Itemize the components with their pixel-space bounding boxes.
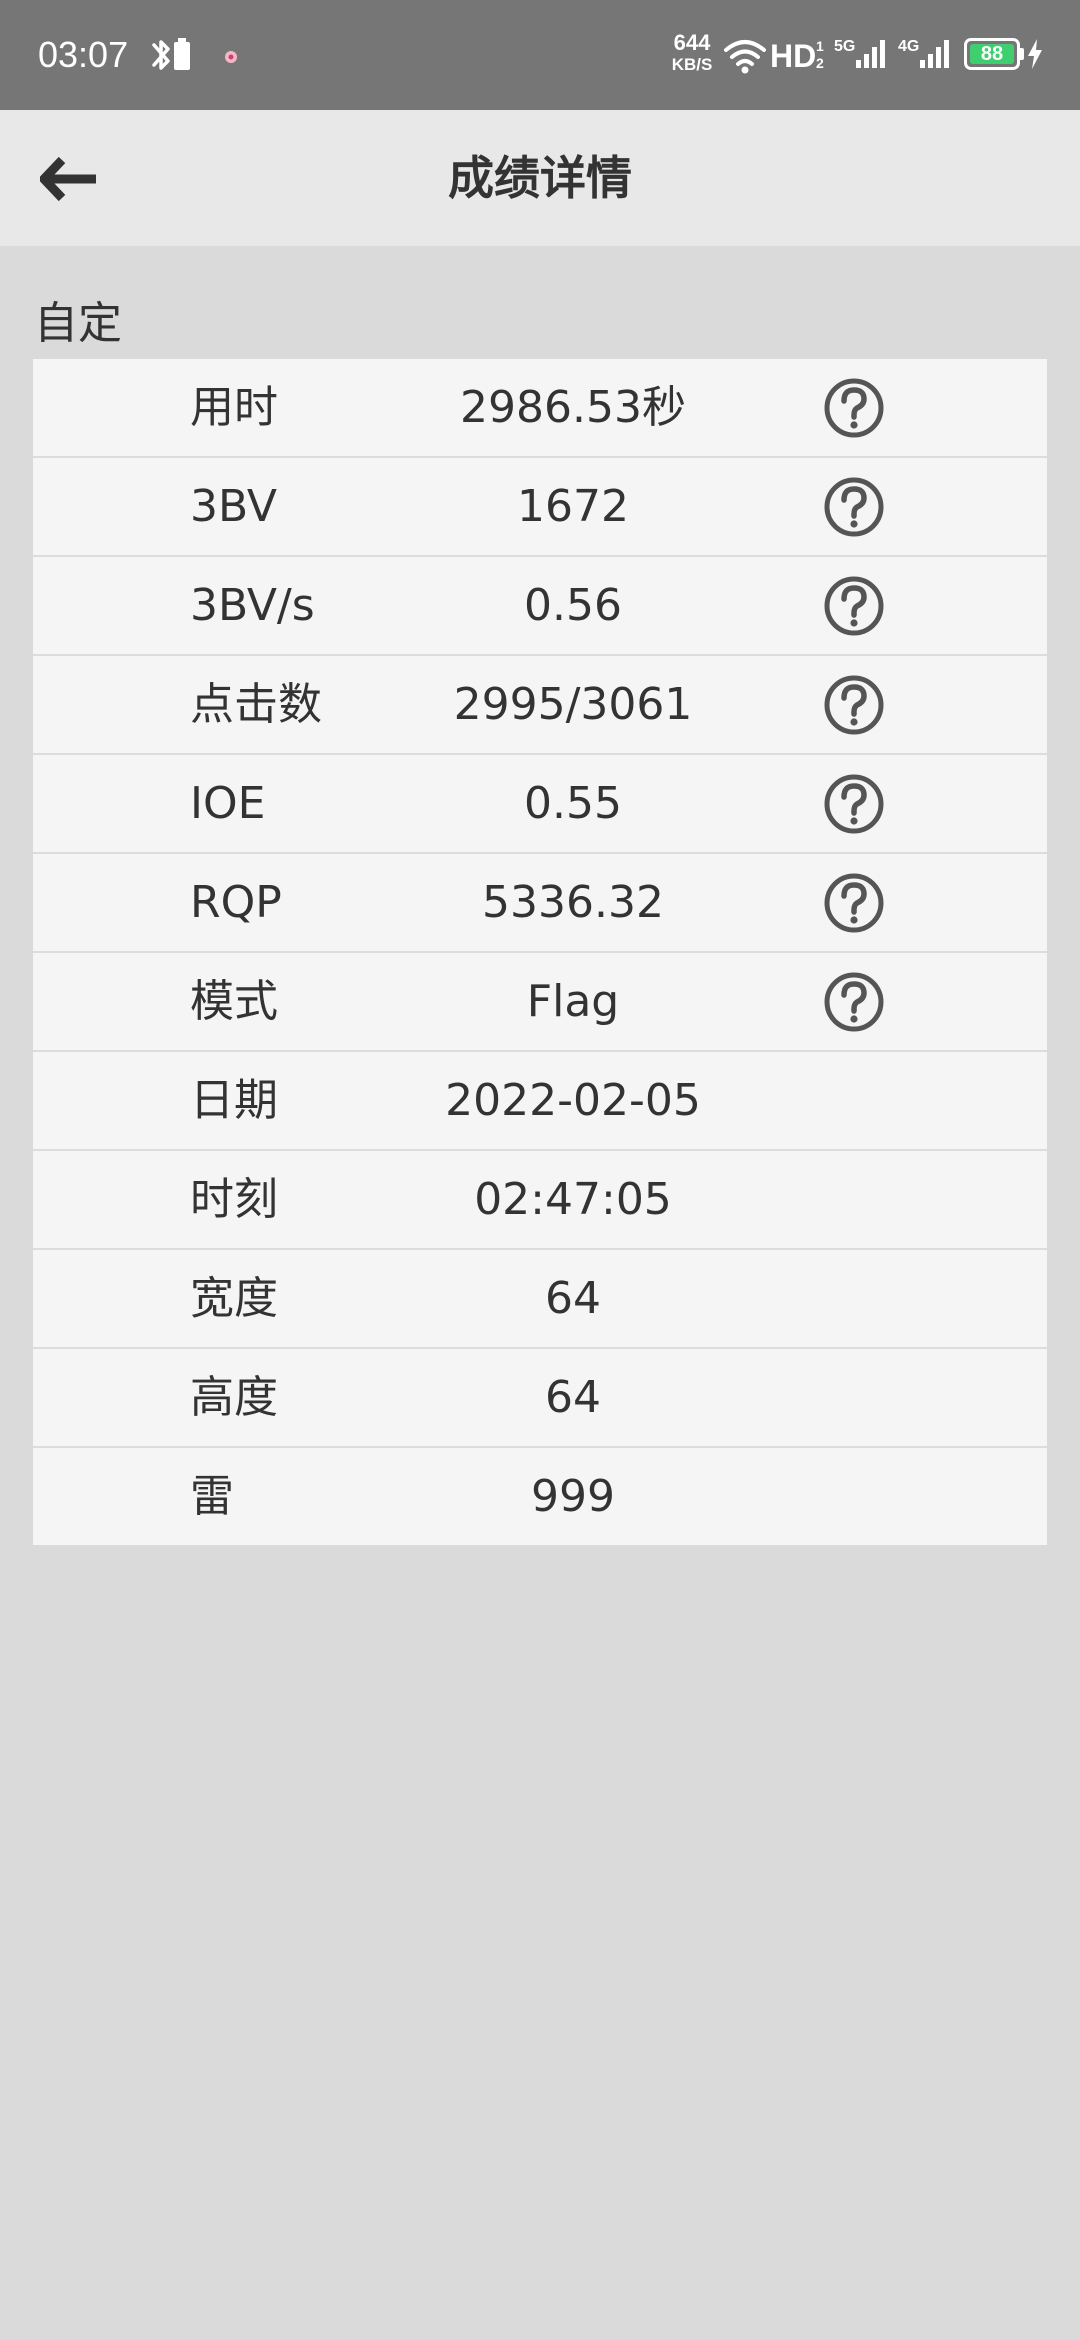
stat-value: 2986.53秒	[460, 382, 686, 433]
help-button[interactable]	[823, 575, 885, 637]
stat-row-10: 高度 64	[33, 1349, 1047, 1448]
stats-table: 用时 2986.53秒 3BV 1672 3BV/s 0.56 点击数 2995…	[33, 359, 1047, 1545]
question-circle-icon	[824, 378, 884, 438]
question-circle-icon	[824, 972, 884, 1032]
stat-value: 0.55	[524, 778, 622, 829]
hd-label: HD	[770, 38, 817, 74]
network-speed: 644 KB/S	[662, 32, 722, 76]
stat-value: 1672	[517, 481, 629, 532]
stat-row-11: 雷 999	[33, 1448, 1047, 1545]
stat-label: 3BV/s	[190, 580, 315, 631]
stat-value: 0.56	[524, 580, 622, 631]
stat-row-9: 宽度 64	[33, 1250, 1047, 1349]
stat-row-5: RQP 5336.32	[33, 854, 1047, 953]
stat-value: 64	[545, 1372, 601, 1423]
network-5g-label: 5G	[834, 38, 856, 55]
stat-row-7: 日期 2022-02-05	[33, 1052, 1047, 1151]
stat-row-1: 3BV 1672	[33, 458, 1047, 557]
question-circle-icon	[824, 576, 884, 636]
stat-label: 高度	[190, 1372, 278, 1423]
status-bar: 03:07 644 KB/S HD 1 2 5G 4G 88	[0, 0, 1080, 110]
question-circle-icon	[824, 477, 884, 537]
page-title: 成绩详情	[448, 151, 632, 205]
network-4g-label: 4G	[898, 38, 920, 55]
stat-value: 64	[545, 1273, 601, 1324]
stat-value: 2995/3061	[453, 679, 693, 730]
stat-label: 点击数	[190, 679, 322, 730]
help-button[interactable]	[823, 872, 885, 934]
stat-label: IOE	[190, 778, 266, 829]
battery-level: 88	[980, 43, 1004, 65]
stat-row-8: 时刻 02:47:05	[33, 1151, 1047, 1250]
battery-cap	[1020, 48, 1024, 60]
stat-label: 3BV	[190, 481, 277, 532]
stat-row-0: 用时 2986.53秒	[33, 359, 1047, 458]
help-button[interactable]	[823, 476, 885, 538]
help-button[interactable]	[823, 773, 885, 835]
question-circle-icon	[824, 873, 884, 933]
signal-4g-icon	[920, 40, 949, 68]
app-bar: 成绩详情	[0, 110, 1080, 246]
stat-label: 用时	[190, 382, 278, 433]
wifi-icon	[724, 40, 766, 74]
stat-value: 2022-02-05	[445, 1075, 701, 1126]
question-circle-icon	[824, 774, 884, 834]
stat-label: 日期	[190, 1075, 278, 1126]
stat-value: 999	[531, 1471, 615, 1522]
stat-label: RQP	[190, 877, 282, 928]
battery-icon: 88	[964, 38, 1020, 70]
stat-value: 5336.32	[482, 877, 664, 928]
signal-5g-icon	[856, 40, 885, 68]
status-time: 03:07	[38, 34, 129, 75]
hd-superscript: 1	[816, 38, 824, 54]
stat-row-6: 模式 Flag	[33, 953, 1047, 1052]
stat-label: 时刻	[190, 1174, 278, 1225]
stat-row-3: 点击数 2995/3061	[33, 656, 1047, 755]
help-button[interactable]	[823, 377, 885, 439]
stat-label: 模式	[190, 976, 278, 1027]
charging-bolt-icon	[1028, 39, 1042, 69]
stat-label: 雷	[190, 1471, 234, 1522]
stat-value: Flag	[526, 976, 620, 1027]
network-speed-value: 644	[673, 30, 711, 55]
stat-row-2: 3BV/s 0.56	[33, 557, 1047, 656]
help-button[interactable]	[823, 971, 885, 1033]
network-speed-unit: KB/S	[671, 55, 713, 74]
hd-subscript: 2	[816, 55, 824, 71]
stat-row-4: IOE 0.55	[33, 755, 1047, 854]
stat-label: 宽度	[190, 1273, 278, 1324]
section-label: 自定	[34, 298, 122, 349]
notification-dot-icon	[225, 51, 237, 63]
bluetooth-battery-icon	[152, 38, 190, 70]
question-circle-icon	[824, 675, 884, 735]
stat-value: 02:47:05	[474, 1174, 672, 1225]
hd-fraction: 1 2	[816, 38, 824, 72]
help-button[interactable]	[823, 674, 885, 736]
